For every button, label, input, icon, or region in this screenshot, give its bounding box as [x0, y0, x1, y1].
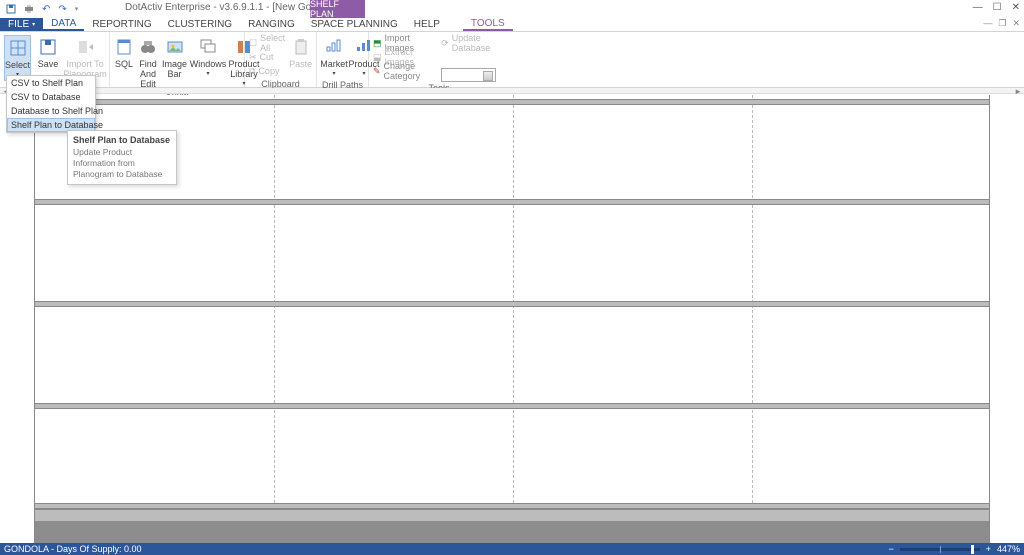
scissors-icon: ✂ — [249, 52, 257, 63]
shelf[interactable] — [35, 199, 989, 205]
base-kick — [35, 521, 989, 543]
tab-reporting[interactable]: REPORTING — [84, 18, 159, 31]
child-close-button[interactable]: ✕ — [1012, 18, 1020, 29]
qat-dropdown-icon[interactable]: ▾ — [75, 5, 79, 13]
sql-button[interactable]: SQL — [114, 35, 134, 69]
window-title: DotActiv Enterprise - v3.6.9.1.1 - [New … — [125, 2, 338, 13]
select-icon — [8, 38, 28, 58]
tab-space-planning[interactable]: SPACE PLANNING — [303, 18, 406, 31]
close-button[interactable]: ✕ — [1012, 2, 1020, 13]
sql-icon — [114, 37, 134, 57]
category-combo[interactable] — [441, 68, 496, 82]
divider — [274, 95, 275, 543]
tab-file[interactable]: FILE — [0, 18, 43, 31]
horizontal-ruler: ◄ ► — [0, 88, 1024, 94]
minimize-button[interactable]: — — [973, 2, 983, 13]
status-text: GONDOLA - Days Of Supply: 0.00 — [4, 544, 142, 554]
copy-button[interactable]: ⧉Copy — [249, 64, 285, 78]
child-minimize-button[interactable]: — — [983, 18, 992, 29]
tooltip-body: Update Product Information from Planogra… — [73, 147, 171, 180]
market-icon — [324, 37, 344, 57]
zoom-out-button[interactable]: − — [888, 544, 893, 554]
paste-icon — [291, 37, 311, 57]
contextual-tab-header: SHELF PLAN — [310, 0, 365, 18]
windows-icon — [198, 37, 218, 57]
quick-access-toolbar: ↶ ↷ ▾ — [0, 4, 78, 15]
title-bar: ↶ ↷ ▾ DotActiv Enterprise - v3.6.9.1.1 -… — [0, 0, 1024, 18]
tab-data[interactable]: DATA — [43, 18, 84, 31]
binoculars-icon — [138, 37, 158, 57]
shelf[interactable] — [35, 99, 989, 105]
change-category-button[interactable]: ✎Change Category — [373, 64, 437, 78]
status-bar: GONDOLA - Days Of Supply: 0.00 − + 447% — [0, 543, 1024, 555]
gondola[interactable] — [34, 95, 990, 543]
zoom-slider[interactable] — [900, 548, 980, 551]
zoom-level: 447% — [997, 544, 1020, 554]
windows-button[interactable]: Windows ▾ — [191, 35, 225, 79]
divider — [513, 95, 514, 543]
tab-clustering[interactable]: CLUSTERING — [160, 18, 240, 31]
extract-images-icon: ⬓ — [373, 52, 382, 63]
update-db-icon: ⟳ — [441, 38, 449, 49]
child-restore-button[interactable]: ❐ — [998, 18, 1006, 29]
print-icon[interactable] — [24, 4, 34, 14]
select-all-button[interactable]: ☐Select All — [249, 36, 285, 50]
find-and-edit-button[interactable]: Find And Edit — [138, 35, 158, 89]
import-images-icon: ⬒ — [373, 38, 382, 49]
select-all-icon: ☐ — [249, 38, 257, 49]
market-button[interactable]: Market ▾ — [321, 35, 347, 79]
copy-icon: ⧉ — [249, 66, 255, 77]
save-icon[interactable] — [6, 4, 16, 14]
image-bar-icon — [165, 37, 185, 57]
import-dropdown-menu: CSV to Shelf Plan CSV to Database Databa… — [6, 75, 96, 133]
image-bar-button[interactable]: Image Bar — [162, 35, 187, 79]
tooltip-title: Shelf Plan to Database — [73, 135, 171, 145]
tab-help[interactable]: HELP — [406, 18, 448, 31]
paste-button[interactable]: Paste — [289, 35, 312, 69]
tooltip: Shelf Plan to Database Update Product In… — [67, 130, 177, 185]
tab-tools[interactable]: TOOLS — [463, 18, 513, 31]
cut-button[interactable]: ✂Cut — [249, 50, 285, 64]
undo-icon[interactable]: ↶ — [42, 4, 50, 15]
shelf[interactable] — [35, 403, 989, 409]
zoom-in-button[interactable]: + — [986, 544, 991, 554]
change-category-icon: ✎ — [373, 66, 381, 77]
shelf[interactable] — [35, 301, 989, 307]
redo-icon[interactable]: ↷ — [58, 4, 66, 15]
tab-ranging[interactable]: RANGING — [240, 18, 303, 31]
menu-database-to-shelf-plan[interactable]: Database to Shelf Plan — [7, 104, 95, 118]
update-database-button[interactable]: ⟳Update Database — [441, 36, 505, 50]
ribbon: Select ▾ Save Import To Planogram ▾ Data… — [0, 32, 1024, 88]
menu-csv-to-shelf-plan[interactable]: CSV to Shelf Plan — [7, 76, 95, 90]
menu-csv-to-database[interactable]: CSV to Database — [7, 90, 95, 104]
base-shelf[interactable] — [35, 509, 989, 521]
maximize-button[interactable]: ☐ — [993, 2, 1002, 13]
save-large-icon — [38, 37, 58, 57]
ribbon-tabs: FILE DATA REPORTING CLUSTERING RANGING S… — [0, 18, 1024, 32]
divider — [752, 95, 753, 543]
save-button[interactable]: Save — [35, 35, 61, 69]
import-icon — [75, 37, 95, 57]
